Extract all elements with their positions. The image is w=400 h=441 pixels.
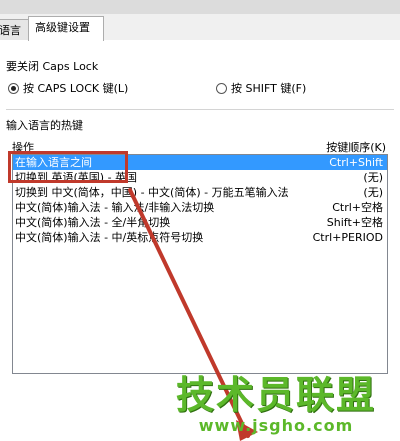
- window-titlebar: [0, 0, 400, 15]
- radio-option-shift[interactable]: 按 SHIFT 键(F): [216, 80, 306, 96]
- column-header-action: 操作: [12, 141, 34, 154]
- list-item-key: (无): [363, 186, 383, 199]
- list-item[interactable]: 切换到 中文(简体，中国) - 中文(简体) - 万能五笔输入法 (无): [13, 185, 387, 200]
- list-item-action: 中文(简体)输入法 - 输入法/非输入法切换: [15, 201, 215, 214]
- radio-button-shift[interactable]: [216, 82, 227, 94]
- caps-lock-section-title: 要关闭 Caps Lock: [6, 60, 99, 73]
- list-item-key: Shift+空格: [326, 216, 383, 229]
- hotkeys-list[interactable]: 在输入语言之间 Ctrl+Shift 切换到 英语(英国) - 英国 (无) 切…: [12, 154, 388, 374]
- radio-label-shift: 按 SHIFT 键(F): [231, 82, 307, 95]
- watermark-url: www.jsgho.com: [198, 416, 354, 435]
- list-item-action: 在输入语言之间: [15, 156, 92, 169]
- list-item-action: 中文(简体)输入法 - 中/英标点符号切换: [15, 231, 204, 244]
- radio-button-caps-lock[interactable]: [8, 82, 19, 94]
- list-item-key: Ctrl+Shift: [329, 156, 383, 169]
- hotkeys-section-title: 输入语言的热键: [6, 119, 83, 132]
- list-item-key: (无): [363, 171, 383, 184]
- list-item-action: 切换到 中文(简体，中国) - 中文(简体) - 万能五笔输入法: [15, 186, 289, 199]
- tab-advanced-key-settings[interactable]: 高级键设置: [28, 16, 104, 41]
- list-item[interactable]: 中文(简体)输入法 - 输入法/非输入法切换 Ctrl+空格: [13, 200, 387, 215]
- list-item-action: 中文(简体)输入法 - 全/半角切换: [15, 216, 171, 229]
- tab-strip: 语言栏 高级键设置: [0, 14, 400, 59]
- divider: [6, 109, 394, 110]
- list-item[interactable]: 切换到 英语(英国) - 英国 (无): [13, 170, 387, 185]
- radio-label-caps-lock: 按 CAPS LOCK 键(L): [23, 82, 129, 95]
- watermark-logo: 技术员联盟 www.jsgho.com: [176, 373, 376, 435]
- list-item[interactable]: 在输入语言之间 Ctrl+Shift: [13, 155, 387, 170]
- list-item-key: Ctrl+PERIOD: [312, 231, 383, 244]
- list-item-key: Ctrl+空格: [332, 201, 383, 214]
- list-item[interactable]: 中文(简体)输入法 - 中/英标点符号切换 Ctrl+PERIOD: [13, 230, 387, 245]
- list-item-action: 切换到 英语(英国) - 英国: [15, 171, 138, 184]
- watermark-logo-text: 技术员联盟: [176, 373, 377, 417]
- radio-option-caps-lock[interactable]: 按 CAPS LOCK 键(L): [8, 80, 128, 96]
- column-header-key-sequence: 按键顺序(K): [326, 141, 386, 154]
- hotkeys-column-headers: 操作 按键顺序(K): [12, 139, 386, 155]
- list-item[interactable]: 中文(简体)输入法 - 全/半角切换 Shift+空格: [13, 215, 387, 230]
